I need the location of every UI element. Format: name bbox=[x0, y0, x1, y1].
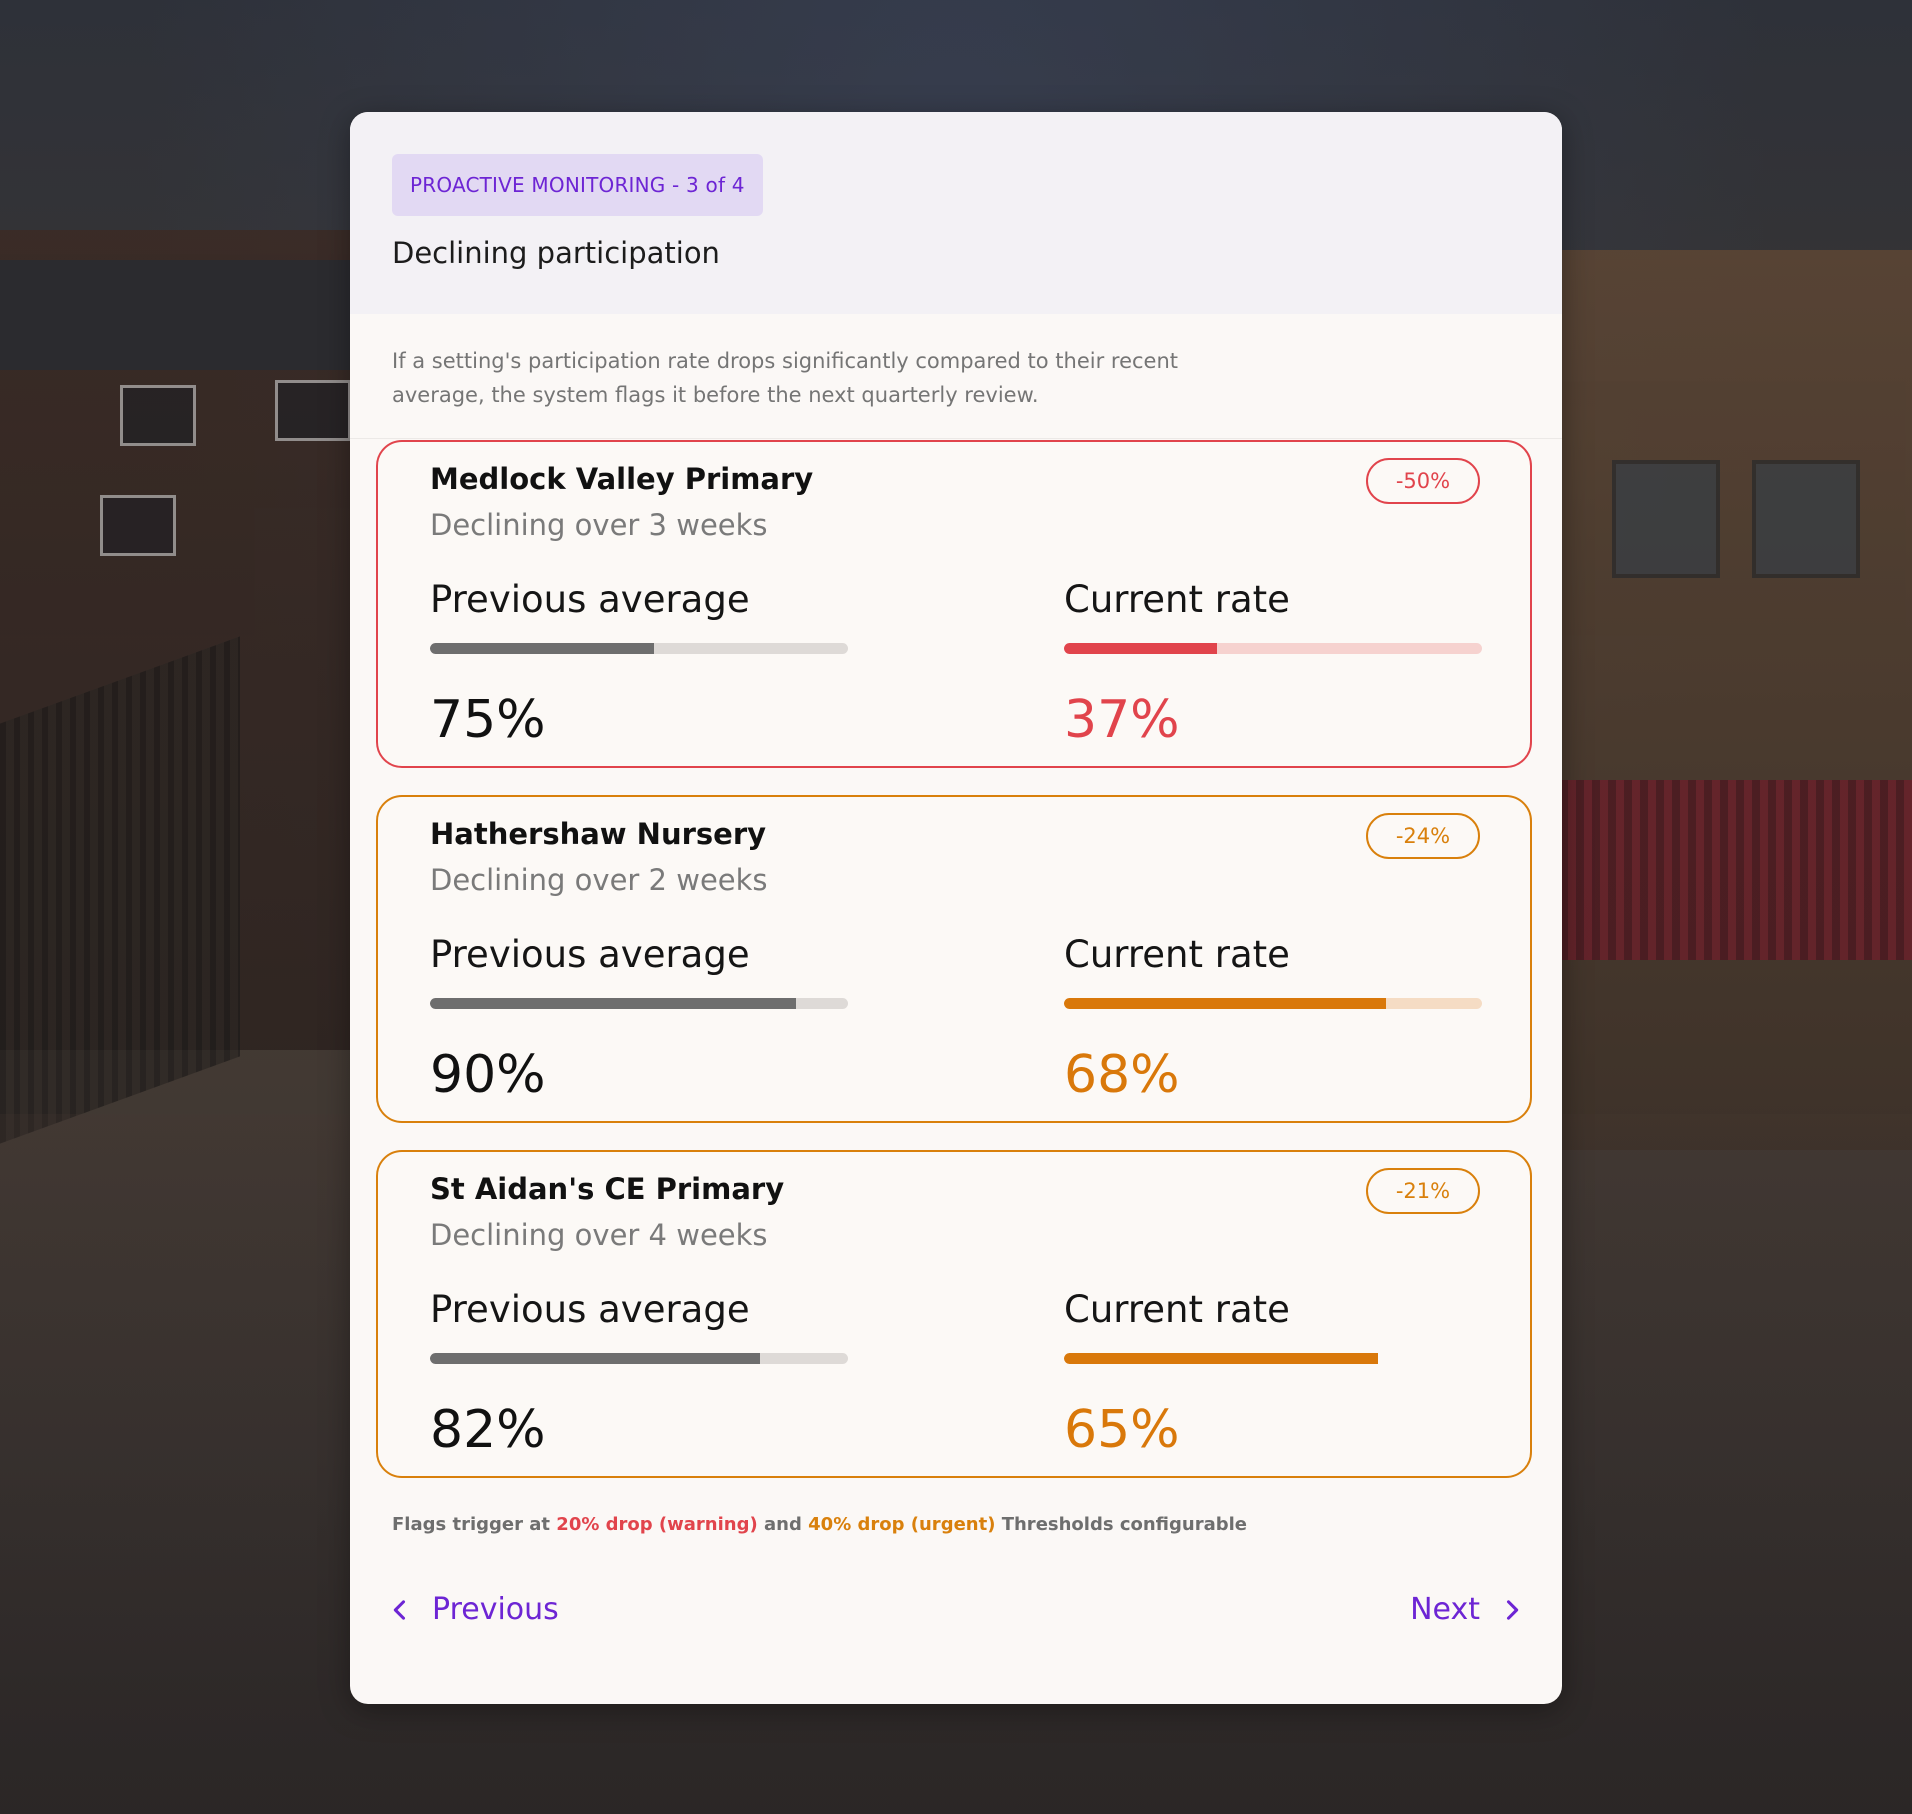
drop-badge: -50% bbox=[1366, 458, 1480, 504]
previous-average-value: 82% bbox=[430, 1400, 546, 1460]
page-title: Declining participation bbox=[392, 236, 720, 270]
current-rate-label: Current rate bbox=[1064, 1288, 1290, 1331]
previous-average-label: Previous average bbox=[430, 933, 750, 976]
previous-average-bar bbox=[430, 643, 848, 654]
card-header: PROACTIVE MONITORING - 3 of 4 Declining … bbox=[350, 112, 1562, 314]
footnote-urgent-threshold: 40% drop (urgent) bbox=[808, 1514, 996, 1535]
chevron-right-icon bbox=[1506, 1599, 1519, 1620]
current-rate-fill bbox=[1064, 1353, 1378, 1364]
previous-average-bar bbox=[430, 1353, 848, 1364]
step-tag: PROACTIVE MONITORING - 3 of 4 bbox=[392, 154, 763, 216]
current-rate-value: 65% bbox=[1064, 1400, 1180, 1460]
previous-button[interactable]: Previous bbox=[386, 1592, 559, 1627]
background-red-fence bbox=[1552, 780, 1912, 960]
alert-card[interactable]: St Aidan's CE Primary Declining over 4 w… bbox=[376, 1150, 1532, 1478]
current-rate-value: 68% bbox=[1064, 1045, 1180, 1105]
background-roof bbox=[0, 260, 360, 370]
next-button[interactable]: Next bbox=[1410, 1592, 1526, 1627]
current-rate-label: Current rate bbox=[1064, 933, 1290, 976]
footnote-joiner: and bbox=[764, 1514, 802, 1535]
previous-average-fill bbox=[430, 643, 654, 654]
footnote-warning-threshold: 20% drop (warning) bbox=[556, 1514, 758, 1535]
previous-average-fill bbox=[430, 998, 796, 1009]
decline-duration: Declining over 3 weeks bbox=[430, 508, 768, 542]
background-house-right bbox=[1552, 250, 1912, 1150]
decline-duration: Declining over 2 weeks bbox=[430, 863, 768, 897]
drop-badge: -24% bbox=[1366, 813, 1480, 859]
chevron-left-icon bbox=[393, 1599, 406, 1620]
threshold-footnote: Flags trigger at 20% drop (warning) and … bbox=[392, 1514, 1247, 1535]
footnote-suffix: Thresholds configurable bbox=[1001, 1514, 1248, 1535]
setting-name: St Aidan's CE Primary bbox=[430, 1172, 785, 1206]
previous-average-value: 90% bbox=[430, 1045, 546, 1105]
decline-duration: Declining over 4 weeks bbox=[430, 1218, 768, 1252]
alert-card[interactable]: Hathershaw Nursery Declining over 2 week… bbox=[376, 795, 1532, 1123]
current-rate-fill bbox=[1064, 998, 1386, 1009]
previous-average-label: Previous average bbox=[430, 578, 750, 621]
previous-label: Previous bbox=[432, 1592, 559, 1627]
background-window bbox=[275, 380, 351, 441]
setting-name: Medlock Valley Primary bbox=[430, 462, 814, 496]
next-label: Next bbox=[1410, 1592, 1480, 1627]
previous-average-label: Previous average bbox=[430, 1288, 750, 1331]
current-rate-fill bbox=[1064, 643, 1217, 654]
current-rate-value: 37% bbox=[1064, 690, 1180, 750]
previous-average-bar bbox=[430, 998, 848, 1009]
footnote-prefix: Flags trigger at bbox=[392, 1514, 551, 1535]
background-window bbox=[100, 495, 176, 556]
divider bbox=[350, 438, 1562, 439]
previous-average-fill bbox=[430, 1353, 761, 1364]
current-rate-bar bbox=[1064, 998, 1482, 1009]
background-window bbox=[1612, 460, 1720, 578]
previous-average-value: 75% bbox=[430, 690, 546, 750]
monitoring-card: PROACTIVE MONITORING - 3 of 4 Declining … bbox=[350, 112, 1562, 1704]
description: If a setting's participation rate drops … bbox=[392, 349, 1178, 407]
current-rate-label: Current rate bbox=[1064, 578, 1290, 621]
setting-name: Hathershaw Nursery bbox=[430, 817, 767, 851]
background-window bbox=[120, 385, 196, 446]
alert-card[interactable]: Medlock Valley Primary Declining over 3 … bbox=[376, 440, 1532, 768]
drop-badge: -21% bbox=[1366, 1168, 1480, 1214]
current-rate-bar bbox=[1064, 1353, 1482, 1364]
current-rate-bar bbox=[1064, 643, 1482, 654]
background-fence bbox=[0, 636, 240, 1144]
background-window bbox=[1752, 460, 1860, 578]
